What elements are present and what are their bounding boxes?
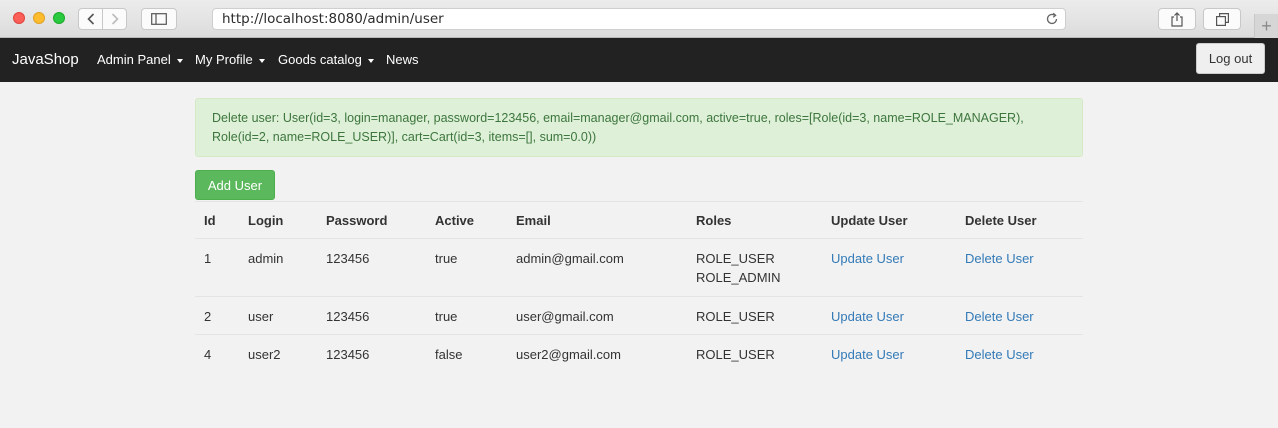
users-table: Id Login Password Active Email Roles Upd…	[195, 201, 1083, 372]
tab-overview-button[interactable]	[1203, 8, 1241, 30]
nav-item-label: Admin Panel	[97, 52, 171, 67]
update-user-link[interactable]: Update User	[831, 345, 904, 364]
column-header-delete: Delete User	[965, 213, 1037, 228]
nav-item-label: Goods catalog	[278, 52, 362, 67]
table-header-row: Id Login Password Active Email Roles Upd…	[195, 201, 1083, 238]
sidebar-toggle-button[interactable]	[141, 8, 177, 30]
address-text: http://localhost:8080/admin/user	[222, 11, 444, 27]
update-user-link[interactable]: Update User	[831, 249, 904, 268]
nav-goods-catalog[interactable]: Goods catalog	[278, 52, 374, 67]
cell-login: user2	[248, 347, 281, 362]
cell-password: 123456	[326, 309, 370, 324]
caret-down-icon	[258, 58, 265, 63]
logout-button[interactable]: Log out	[1196, 43, 1265, 74]
column-header-email: Email	[516, 213, 551, 228]
role-item: ROLE_ADMIN	[696, 270, 781, 285]
cell-email: user2@gmail.com	[516, 347, 621, 362]
cell-email: admin@gmail.com	[516, 251, 624, 266]
zoom-window-button[interactable]	[53, 12, 65, 24]
cell-roles: ROLE_USER	[696, 307, 775, 326]
table-row: 2 user 123456 true user@gmail.com ROLE_U…	[195, 296, 1083, 334]
nav-item-label: News	[386, 52, 419, 67]
app-navbar: JavaShop Admin Panel My Profile Goods ca…	[0, 38, 1278, 82]
table-row: 4 user2 123456 false user2@gmail.com ROL…	[195, 334, 1083, 372]
cell-active: true	[435, 309, 458, 324]
nav-item-label: My Profile	[195, 52, 253, 67]
cell-password: 123456	[326, 347, 370, 362]
plus-icon: +	[1261, 15, 1272, 36]
cell-login: admin	[248, 251, 284, 266]
chevron-right-icon	[111, 13, 119, 25]
chevron-left-icon	[86, 13, 94, 25]
sidebar-icon	[151, 13, 167, 25]
share-icon	[1171, 11, 1183, 27]
cell-roles: ROLE_USER	[696, 345, 775, 364]
browser-toolbar: http://localhost:8080/admin/user +	[0, 0, 1278, 38]
back-button[interactable]	[78, 8, 103, 30]
column-header-update: Update User	[831, 213, 908, 228]
new-tab-button[interactable]: +	[1254, 14, 1278, 38]
delete-user-link[interactable]: Delete User	[965, 345, 1034, 364]
cell-id: 4	[204, 347, 212, 362]
role-item: ROLE_USER	[696, 251, 775, 266]
tabs-icon	[1215, 12, 1229, 26]
add-user-button[interactable]: Add User	[195, 170, 275, 200]
caret-down-icon	[176, 58, 183, 63]
reload-icon[interactable]	[1045, 12, 1059, 26]
column-header-id: Id	[204, 213, 216, 228]
cell-password: 123456	[326, 251, 370, 266]
role-item: ROLE_USER	[696, 347, 775, 362]
address-bar[interactable]: http://localhost:8080/admin/user	[212, 8, 1066, 30]
minimize-window-button[interactable]	[33, 12, 45, 24]
role-item: ROLE_USER	[696, 309, 775, 324]
delete-user-link[interactable]: Delete User	[965, 249, 1034, 268]
cell-roles: ROLE_USER ROLE_ADMIN	[696, 249, 781, 287]
delete-user-link[interactable]: Delete User	[965, 307, 1034, 326]
column-header-login: Login	[248, 213, 284, 228]
cell-active: false	[435, 347, 463, 362]
brand-link[interactable]: JavaShop	[12, 51, 79, 68]
caret-down-icon	[367, 58, 374, 63]
table-row: 1 admin 123456 true admin@gmail.com ROLE…	[195, 238, 1083, 296]
cell-id: 1	[204, 251, 212, 266]
column-header-active: Active	[435, 213, 475, 228]
cell-email: user@gmail.com	[516, 309, 614, 324]
cell-id: 2	[204, 309, 212, 324]
update-user-link[interactable]: Update User	[831, 307, 904, 326]
column-header-roles: Roles	[696, 213, 732, 228]
cell-active: true	[435, 251, 458, 266]
close-window-button[interactable]	[13, 12, 25, 24]
column-header-password: Password	[326, 213, 388, 228]
cell-login: user	[248, 309, 274, 324]
nav-news[interactable]: News	[386, 52, 419, 67]
share-button[interactable]	[1158, 8, 1196, 30]
nav-admin-panel[interactable]: Admin Panel	[97, 52, 183, 67]
nav-my-profile[interactable]: My Profile	[195, 52, 265, 67]
success-alert: Delete user: User(id=3, login=manager, p…	[195, 98, 1083, 157]
forward-button[interactable]	[102, 8, 127, 30]
